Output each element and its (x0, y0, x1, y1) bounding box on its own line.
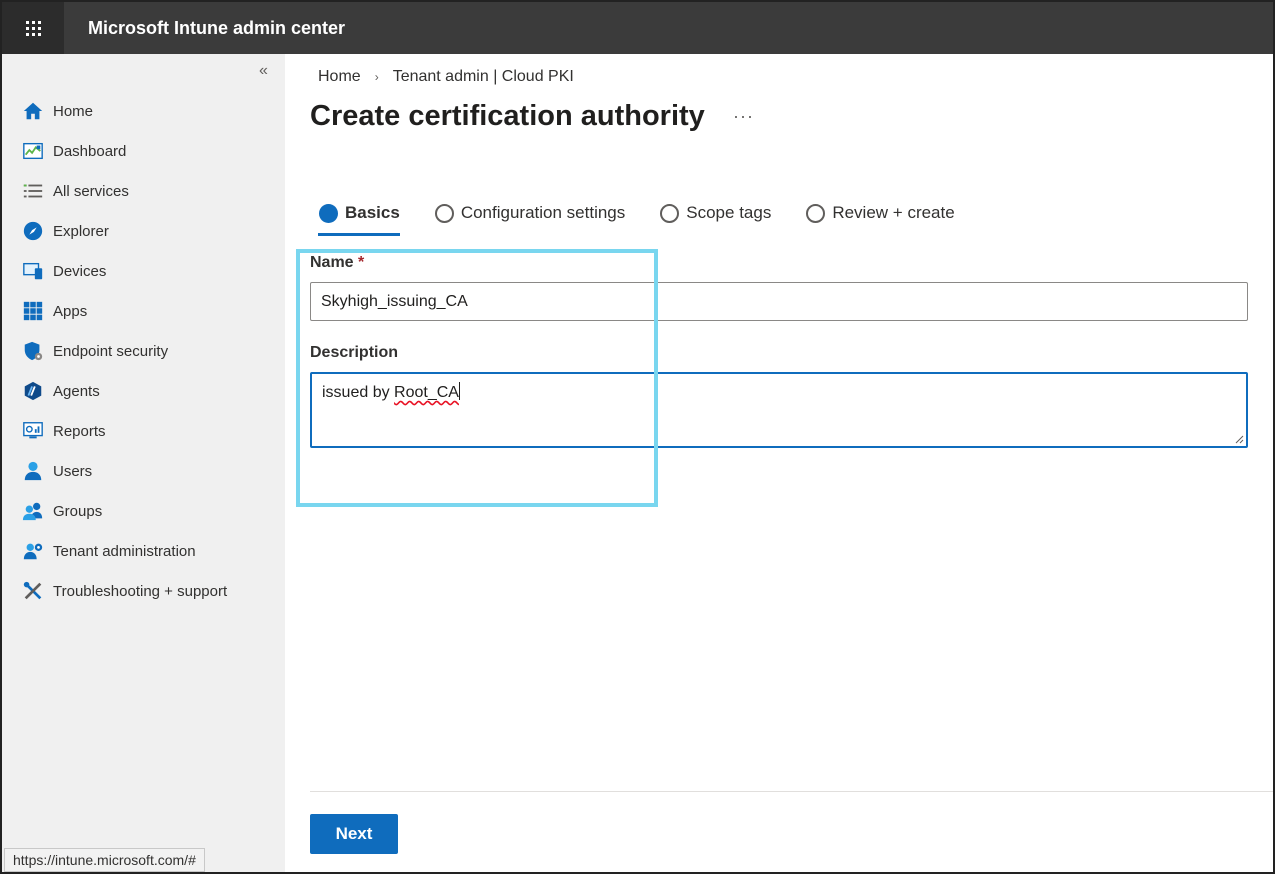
sidebar-item-label: Apps (53, 302, 88, 320)
shield-icon (20, 339, 46, 363)
sidebar-item-endpoint-security[interactable]: Endpoint security (20, 331, 227, 371)
top-bar: Microsoft Intune admin center (2, 2, 1273, 54)
explorer-icon (20, 219, 46, 243)
sidebar-item-label: All services (53, 182, 129, 200)
breadcrumb-current-link[interactable]: Tenant admin | Cloud PKI (393, 68, 574, 86)
step-indicator-icon (319, 203, 338, 223)
sidebar-item-label: Endpoint security (53, 342, 169, 360)
sidebar-item-all-services[interactable]: All services (20, 171, 227, 211)
next-button[interactable]: Next (310, 814, 398, 854)
tab-label: Review + create (832, 203, 955, 222)
window-frame: Microsoft Intune admin center « Home Das… (0, 0, 1275, 874)
tab-configuration-settings[interactable]: Configuration settings (434, 198, 626, 228)
sidebar-item-troubleshooting[interactable]: Troubleshooting + support (20, 571, 227, 611)
user-icon (20, 459, 46, 483)
footer-divider (310, 791, 1273, 792)
home-icon (20, 99, 46, 123)
chevron-right-icon: › (374, 70, 379, 84)
sidebar-item-label: Home (53, 102, 94, 120)
sidebar-item-dashboard[interactable]: Dashboard (20, 131, 227, 171)
tab-label: Basics (345, 203, 400, 222)
tab-label: Configuration settings (460, 203, 626, 222)
tab-review-create[interactable]: Review + create (806, 198, 955, 228)
sidebar-item-home[interactable]: Home (20, 91, 227, 131)
resize-handle-icon[interactable] (1234, 434, 1244, 444)
tab-scope-tags[interactable]: Scope tags (660, 198, 771, 228)
list-icon (20, 179, 46, 203)
wizard-steps: Basics Configuration settings Scope tags… (318, 198, 990, 236)
sidebar: « Home Dashboard All services Explorer D… (2, 54, 285, 872)
app-title[interactable]: Microsoft Intune admin center (88, 2, 345, 54)
reports-icon (20, 419, 46, 443)
devices-icon (20, 259, 46, 283)
sidebar-item-label: Devices (53, 262, 107, 280)
tools-icon (20, 579, 46, 603)
tenant-admin-icon (20, 539, 46, 563)
sidebar-nav: Home Dashboard All services Explorer Dev… (20, 91, 227, 611)
collapse-sidebar-icon[interactable]: « (259, 62, 268, 80)
sidebar-item-label: Explorer (53, 222, 109, 240)
step-indicator-icon (434, 203, 454, 223)
sidebar-item-devices[interactable]: Devices (20, 251, 227, 291)
breadcrumb: Home › Tenant admin | Cloud PKI (318, 68, 574, 86)
page-title: Create certification authority (310, 100, 705, 132)
sidebar-item-users[interactable]: Users (20, 451, 227, 491)
sidebar-item-groups[interactable]: Groups (20, 491, 227, 531)
groups-icon (20, 499, 46, 523)
status-url-tooltip: https://intune.microsoft.com/# (4, 848, 205, 872)
sidebar-item-label: Groups (53, 502, 103, 520)
sidebar-item-tenant-administration[interactable]: Tenant administration (20, 531, 227, 571)
agents-icon (20, 379, 46, 403)
tab-label: Scope tags (686, 203, 772, 222)
more-options-icon[interactable]: ··· (733, 106, 754, 127)
sidebar-item-apps[interactable]: Apps (20, 291, 227, 331)
sidebar-item-explorer[interactable]: Explorer (20, 211, 227, 251)
sidebar-item-label: Tenant administration (53, 542, 196, 560)
sidebar-item-label: Agents (53, 382, 100, 400)
sidebar-item-agents[interactable]: Agents (20, 371, 227, 411)
sidebar-item-label: Reports (53, 422, 106, 440)
main-content: Home › Tenant admin | Cloud PKI Create c… (285, 54, 1273, 872)
tab-basics[interactable]: Basics (318, 198, 400, 236)
breadcrumb-home-link[interactable]: Home (318, 68, 361, 86)
dashboard-icon (20, 139, 46, 163)
highlight-annotation-box (296, 249, 658, 507)
app-launcher-icon[interactable] (2, 2, 64, 54)
sidebar-item-reports[interactable]: Reports (20, 411, 227, 451)
step-indicator-icon (806, 203, 826, 223)
step-indicator-icon (660, 203, 680, 223)
sidebar-item-label: Dashboard (53, 142, 127, 160)
sidebar-item-label: Troubleshooting + support (53, 582, 228, 600)
apps-icon (20, 299, 46, 323)
sidebar-item-label: Users (53, 462, 93, 480)
